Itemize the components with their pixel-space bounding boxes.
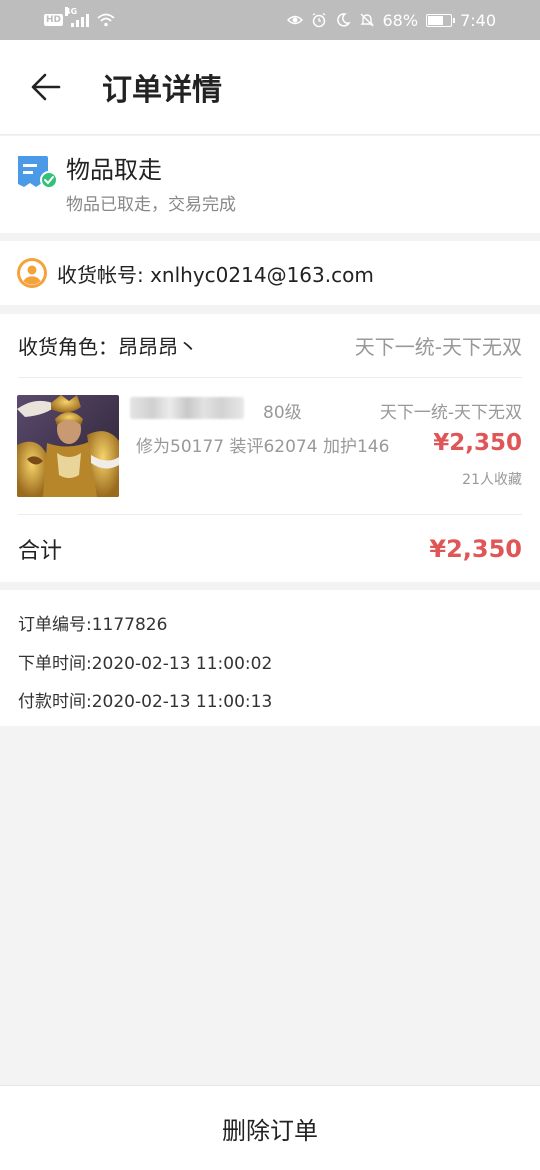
status-bar: HD 4G 68% 7:40: [0, 0, 540, 40]
delete-order-button[interactable]: 删除订单: [222, 1111, 318, 1146]
mute-bell-icon: [359, 13, 374, 27]
user-avatar-icon: [17, 258, 47, 288]
item-server-name: 天下一统-天下无双: [379, 403, 522, 423]
order-time: 下单时间:2020-02-13 11:00:02: [18, 654, 273, 674]
receiving-role-label: 收货角色：昂昂昂丶: [18, 335, 198, 359]
network-type: 4G: [65, 7, 78, 16]
order-info-card: 订单编号:1177826 下单时间:2020-02-13 11:00:02 付款…: [0, 590, 540, 726]
receiving-role-row: 收货角色：昂昂昂丶 天下一统-天下无双: [18, 314, 522, 378]
item-thumbnail-image: [17, 395, 119, 497]
item-level: 80级: [263, 403, 302, 423]
moon-icon: [336, 13, 351, 27]
wifi-icon: [97, 13, 115, 27]
order-complete-icon: [18, 156, 58, 189]
item-stats: 修为50177 装评62074 加护146: [136, 437, 390, 457]
total-label: 合计: [18, 538, 63, 564]
receiving-account-text: 收货帐号: xnlhyc0214@163.com: [57, 262, 374, 287]
total-price: ¥2,350: [429, 534, 522, 563]
clock-time: 7:40: [460, 10, 496, 30]
order-status-title: 物品取走: [66, 156, 162, 184]
payment-time: 付款时间:2020-02-13 11:00:13: [18, 692, 273, 712]
status-bar-right: 68% 7:40: [286, 10, 496, 30]
receiving-account-row: 收货帐号: xnlhyc0214@163.com: [0, 241, 540, 305]
eye-icon: [286, 15, 303, 25]
item-row[interactable]: 80级 天下一统-天下无双 修为50177 装评62074 加护146 ¥2,3…: [0, 378, 540, 514]
screen: HD 4G 68% 7:40 订单详情 物品取走 物品已取走，交易完成 收货帐号…: [0, 0, 540, 1170]
battery-icon: [426, 13, 456, 27]
back-arrow-icon: [31, 73, 61, 101]
order-number: 订单编号:1177826: [18, 615, 168, 635]
hd-badge: HD: [44, 14, 64, 26]
item-name-redacted: [130, 397, 244, 419]
role-server-name: 天下一统-天下无双: [354, 335, 522, 359]
order-status-card: 物品取走 物品已取走，交易完成: [0, 136, 540, 233]
item-favorites-count: 21人收藏: [462, 472, 522, 488]
item-price: ¥2,350: [433, 430, 522, 456]
app-header: 订单详情: [0, 40, 540, 135]
signal-icon: 4G: [65, 7, 90, 27]
page-title: 订单详情: [102, 73, 222, 108]
alarm-icon: [312, 12, 325, 28]
order-status-subtitle: 物品已取走，交易完成: [66, 195, 236, 215]
back-button[interactable]: [0, 40, 90, 135]
bottom-action-bar: 删除订单: [0, 1085, 540, 1170]
battery-percent: 68%: [382, 10, 419, 30]
status-bar-left: HD 4G: [44, 7, 115, 27]
order-detail-card: 收货角色：昂昂昂丶 天下一统-天下无双 80级 天下一统-天下无双 修为5017…: [0, 314, 540, 582]
total-row: 合计 ¥2,350: [18, 514, 522, 582]
